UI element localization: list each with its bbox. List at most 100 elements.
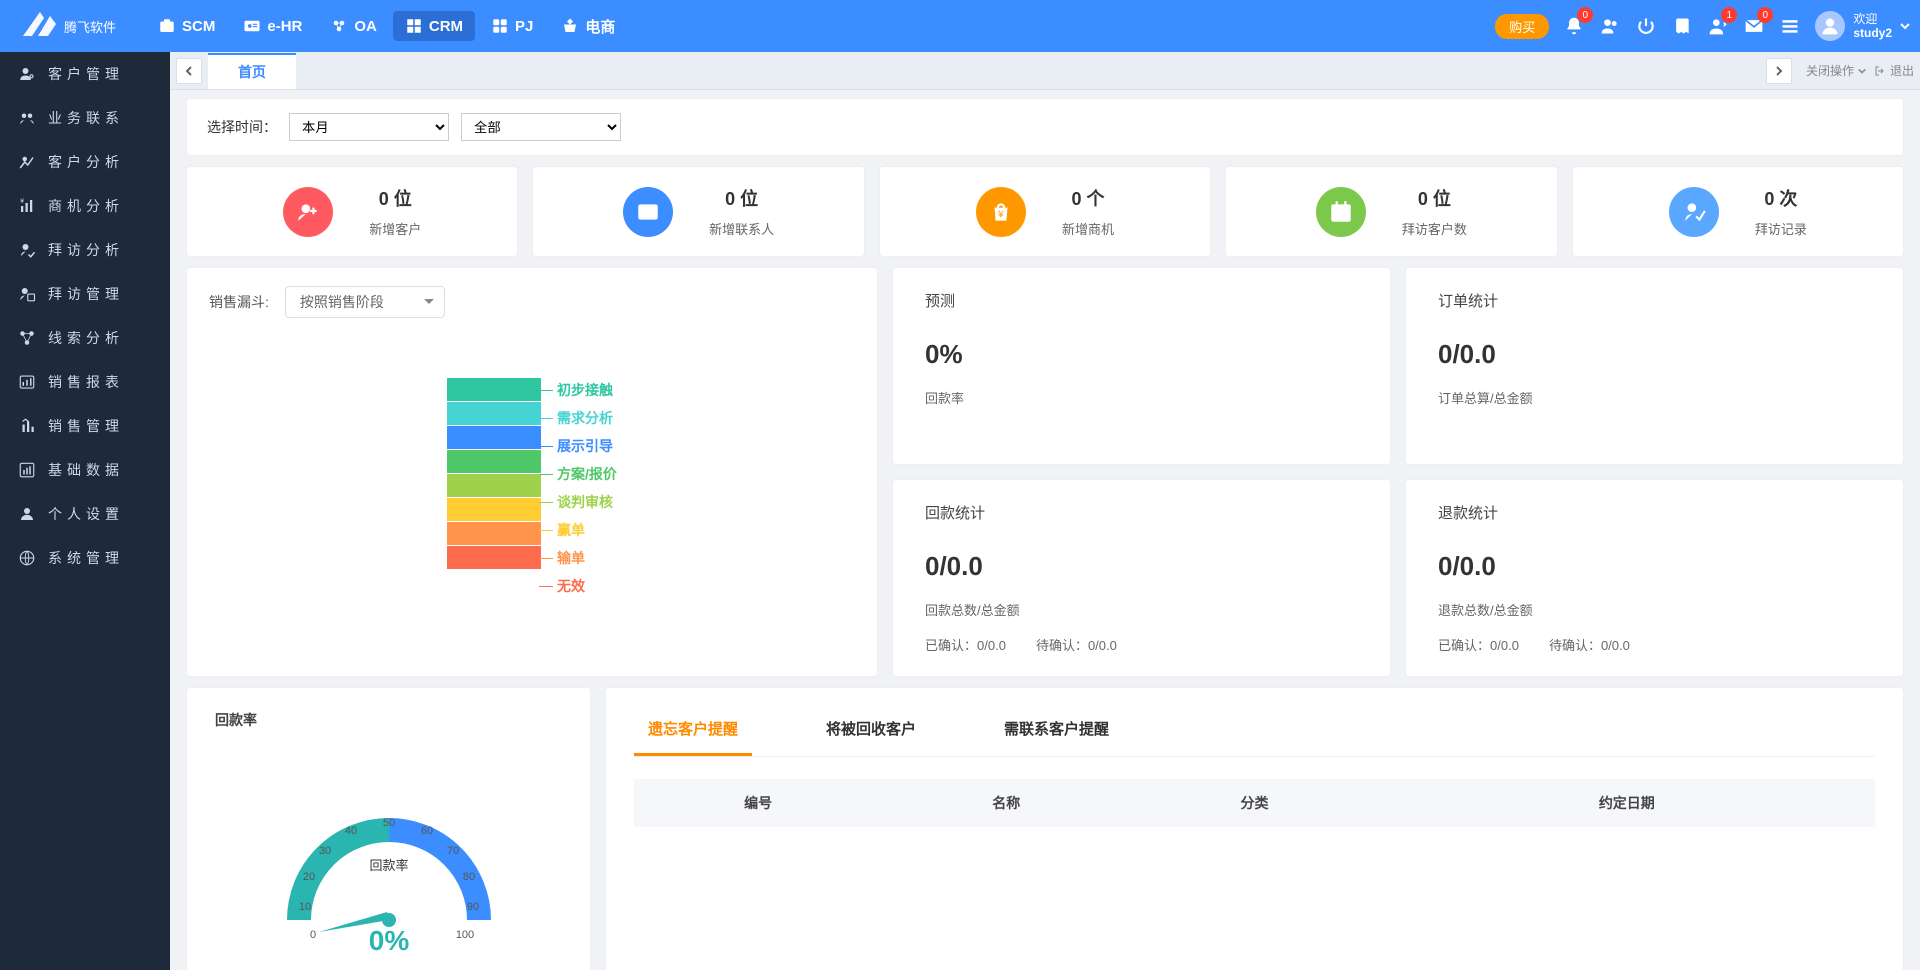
funnel-bar [447, 474, 541, 497]
sidebar-item-visit-ana[interactable]: 拜访分析 [0, 228, 170, 272]
svg-text:60: 60 [420, 825, 432, 837]
username: study2 [1853, 26, 1892, 40]
funnel-stage-label: 展示引导 [557, 434, 617, 458]
col-cat: 分类 [1130, 793, 1378, 813]
mail-icon[interactable]: 0 [1743, 15, 1765, 37]
friend-icon[interactable]: 1 [1707, 15, 1729, 37]
kpi-value: 0 个 [1062, 185, 1114, 211]
brand-logo[interactable]: 腾飞软件 [10, 6, 116, 46]
col-name: 名称 [882, 793, 1130, 813]
gauge-chart: 01020 304050 607080 90100 回款率 0% [215, 760, 562, 960]
brand-name: 腾飞软件 [64, 17, 116, 36]
kpi-2[interactable]: ¥0 个新增商机 [879, 166, 1211, 257]
sidebar-item-cust-mgmt[interactable]: 客户管理 [0, 52, 170, 96]
svg-text:¥: ¥ [20, 198, 28, 205]
contacts-icon[interactable] [1599, 15, 1621, 37]
tabbar: 首页 关闭操作 退出 [170, 52, 1920, 90]
kpi-3[interactable]: 0 位拜访客户数 [1225, 166, 1557, 257]
svg-text:80: 80 [462, 871, 474, 883]
funnel-bar [447, 546, 541, 569]
buy-button[interactable]: 购买 [1495, 14, 1549, 39]
kpi-1[interactable]: 0 位新增联系人 [532, 166, 864, 257]
avatar [1815, 11, 1845, 41]
sidebar-item-sales-rpt[interactable]: 销售报表 [0, 360, 170, 404]
tab-scroll-left[interactable] [176, 58, 202, 84]
module-pj[interactable]: PJ [479, 11, 545, 41]
module-scm[interactable]: SCM [146, 11, 227, 41]
sidebar-item-visit-mgmt[interactable]: 拜访管理 [0, 272, 170, 316]
svg-text:100: 100 [455, 929, 473, 941]
tab-exit[interactable]: 退出 [1874, 62, 1914, 79]
svg-text:30: 30 [318, 845, 330, 857]
module-ehr[interactable]: e-HR [231, 11, 314, 41]
stat-orders: 订单统计 0/0.0 订单总算/总金额 [1405, 267, 1904, 465]
svg-text:90: 90 [466, 901, 478, 913]
power-icon[interactable] [1635, 15, 1657, 37]
funnel-stage-label: 初步接触 [557, 378, 617, 402]
gauge-title: 回款率 [215, 710, 562, 730]
sidebar-item-cust-ana[interactable]: 客户分析 [0, 140, 170, 184]
sidebar-item-base-data[interactable]: 基础数据 [0, 448, 170, 492]
reminder-tab-recycle[interactable]: 将被回收客户 [812, 708, 930, 756]
funnel-bar [447, 378, 541, 401]
kpi-value: 0 位 [709, 185, 774, 211]
sidebar-item-biz-contact[interactable]: 业务联系 [0, 96, 170, 140]
funnel-bar [447, 450, 541, 473]
tab-scroll-right[interactable] [1766, 58, 1792, 84]
bell-badge: 0 [1577, 7, 1593, 23]
filter-bar: 选择时间： 本月 全部 [186, 98, 1904, 156]
funnel-bar [447, 426, 541, 449]
kpi-label: 新增联系人 [709, 219, 774, 238]
page-tab-home[interactable]: 首页 [208, 53, 296, 89]
mail-badge: 0 [1757, 7, 1773, 23]
kpi-label: 新增商机 [1062, 219, 1114, 238]
svg-text:0%: 0% [368, 925, 409, 956]
funnel-stage-label: 赢单 [557, 518, 617, 542]
reminder-tab-forgotten[interactable]: 遗忘客户提醒 [634, 708, 752, 756]
kpi-0[interactable]: 0 位新增客户 [186, 166, 518, 257]
funnel-labels: 初步接触需求分析展示引导方案/报价谈判审核赢单输单无效 [557, 378, 617, 598]
kpi-label: 新增客户 [369, 219, 421, 238]
kpi-4[interactable]: 0 次拜访记录 [1572, 166, 1904, 257]
reminder-card: 遗忘客户提醒 将被回收客户 需联系客户提醒 编号 名称 分类 约定日期 [605, 687, 1904, 970]
funnel-stage-label: 需求分析 [557, 406, 617, 430]
gauge-card: 回款率 01020 304050 607080 90100 回款率 [186, 687, 591, 970]
bell-icon[interactable]: 0 [1563, 15, 1585, 37]
filter-label: 选择时间： [207, 117, 277, 137]
scope-select[interactable]: 全部 [461, 113, 621, 141]
stats-grid: 预测 0% 回款率 订单统计 0/0.0 订单总算/总金额 回款统计 0/0.0… [892, 267, 1904, 677]
sidebar-item-opp-ana[interactable]: ¥商机分析 [0, 184, 170, 228]
module-ec[interactable]: 电商 [549, 10, 627, 43]
tab-close-ops[interactable]: 关闭操作 [1806, 62, 1866, 79]
kpi-icon [1669, 187, 1719, 237]
col-no: 编号 [634, 793, 882, 813]
col-date: 约定日期 [1379, 793, 1875, 813]
svg-text:50: 50 [382, 817, 394, 829]
time-range-select[interactable]: 本月 [289, 113, 449, 141]
kpi-icon: ¥ [976, 187, 1026, 237]
reminder-tab-contact[interactable]: 需联系客户提醒 [990, 708, 1123, 756]
svg-text:20: 20 [302, 871, 314, 883]
funnel-mode-select[interactable]: 按照销售阶段 [285, 286, 445, 318]
sidebar: 客户管理业务联系客户分析¥商机分析拜访分析拜访管理线索分析销售报表销售管理基础数… [0, 52, 170, 970]
chevron-down-icon [1900, 21, 1910, 31]
list-icon[interactable] [1779, 15, 1801, 37]
funnel-bar [447, 498, 541, 521]
funnel-stage-label: 无效 [557, 574, 617, 598]
funnel-stage-label: 谈判审核 [557, 490, 617, 514]
kpi-value: 0 次 [1755, 185, 1807, 211]
module-crm[interactable]: CRM [393, 11, 475, 41]
svg-text:10: 10 [298, 901, 310, 913]
user-menu[interactable]: 欢迎 study2 [1815, 11, 1910, 41]
sidebar-item-sys-mgmt[interactable]: 系统管理 [0, 536, 170, 580]
sidebar-item-sales-mgmt[interactable]: 销售管理 [0, 404, 170, 448]
kpi-icon [283, 187, 333, 237]
funnel-bar [447, 522, 541, 545]
book-icon[interactable] [1671, 15, 1693, 37]
exit-icon [1874, 65, 1886, 77]
module-oa[interactable]: OA [318, 11, 389, 41]
sidebar-item-personal[interactable]: 个人设置 [0, 492, 170, 536]
funnel-stage-label: 输单 [557, 546, 617, 570]
sidebar-item-lead-ana[interactable]: 线索分析 [0, 316, 170, 360]
kpi-value: 0 位 [1402, 185, 1467, 211]
